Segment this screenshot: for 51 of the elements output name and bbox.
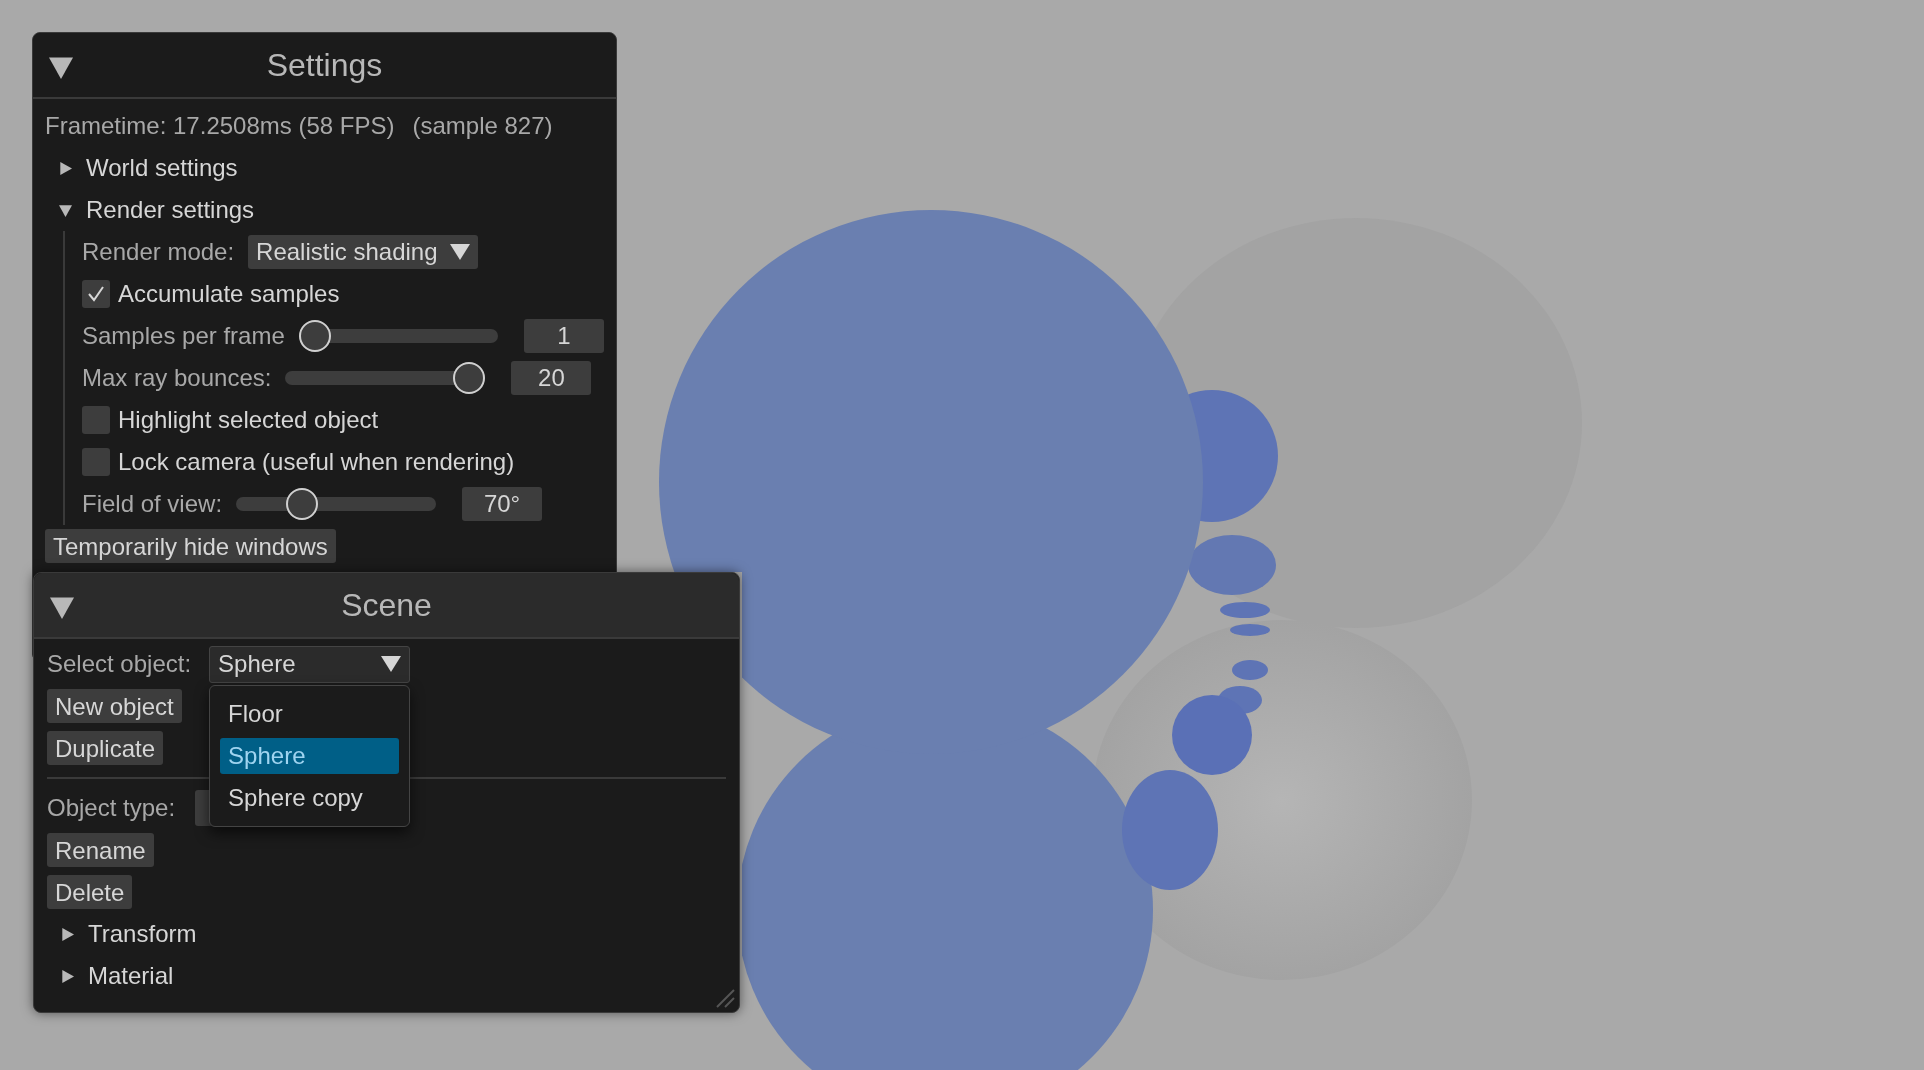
slider-thumb[interactable] [298, 320, 331, 352]
object-type-label: Object type: [47, 793, 176, 823]
checkbox[interactable] [82, 448, 110, 476]
value-field[interactable]: 1 [524, 319, 604, 353]
resize-grip-icon[interactable] [715, 988, 735, 1008]
caret-down-icon[interactable] [49, 55, 73, 79]
check-icon [86, 284, 106, 304]
dropdown-option[interactable]: Sphere [220, 737, 400, 774]
slider[interactable] [236, 488, 437, 520]
slider-label: Max ray bounces: [82, 363, 272, 393]
slider[interactable] [298, 320, 498, 352]
section-header[interactable]: World settings [86, 150, 238, 186]
caret-right-icon[interactable] [59, 161, 72, 175]
value-field[interactable]: 70° [462, 487, 543, 521]
checkbox-label: Lock camera (useful when rendering) [118, 447, 515, 477]
dropdown-option[interactable]: Sphere copy [220, 779, 400, 816]
caret-right-icon[interactable] [61, 927, 74, 941]
slider-thumb[interactable] [453, 362, 486, 394]
action-button[interactable]: Delete [47, 875, 133, 909]
caret-right-icon[interactable] [61, 969, 74, 983]
window-title: Settings [266, 46, 383, 85]
object-dropdown[interactable]: Sphere [209, 645, 411, 683]
slider-thumb[interactable] [286, 488, 319, 520]
section-header[interactable]: Transform [88, 916, 197, 952]
checkbox-label: Highlight selected object [118, 405, 379, 435]
action-button[interactable]: Duplicate [47, 731, 164, 765]
section-header[interactable]: Render settings [86, 192, 255, 228]
window-titlebar[interactable]: Settings [33, 33, 616, 99]
caret-down-icon[interactable] [50, 595, 74, 619]
checkbox-label: Accumulate samples [118, 279, 340, 309]
action-button[interactable]: Rename [47, 833, 154, 867]
slider-label: Field of view: [82, 489, 223, 519]
slider-label: Samples per frame [82, 321, 285, 351]
window-titlebar[interactable]: Scene [34, 573, 739, 639]
window-title: Scene [341, 586, 432, 625]
checkbox[interactable] [82, 406, 110, 434]
slider[interactable] [285, 362, 486, 394]
action-button[interactable]: New object [47, 689, 182, 723]
render-mode-label: Render mode: [82, 237, 235, 267]
checkbox[interactable] [82, 280, 110, 308]
caret-down-icon[interactable] [59, 203, 72, 217]
value-field[interactable]: 20 [511, 361, 592, 395]
frametime-text: Frametime: 17.2508ms (58 FPS) [45, 111, 395, 141]
sample-count: (sample 827) [412, 111, 553, 141]
render-mode-dropdown[interactable]: Realistic shading [248, 235, 478, 269]
caret-down-icon [381, 656, 402, 672]
section-header[interactable]: Material [88, 958, 174, 994]
select-object-label: Select object: [47, 649, 192, 679]
dropdown-option[interactable]: Floor [220, 695, 400, 732]
hide-windows-button[interactable]: Temporarily hide windows [45, 529, 336, 563]
caret-down-icon [449, 244, 470, 260]
